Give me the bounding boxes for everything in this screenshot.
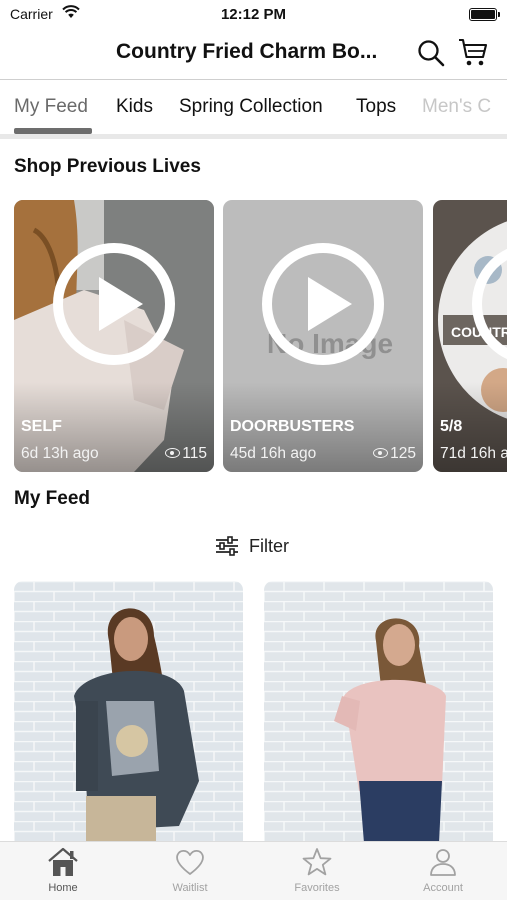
eye-icon xyxy=(165,448,181,458)
status-time: 12:12 PM xyxy=(220,6,287,23)
nav-home-label: Home xyxy=(48,882,78,894)
my-feed-heading: My Feed xyxy=(14,488,91,509)
tab-my-feed[interactable]: My Feed xyxy=(14,96,88,118)
tab-spring-collection[interactable]: Spring Collection xyxy=(179,96,323,118)
search-icon[interactable] xyxy=(417,39,445,67)
product-image xyxy=(264,581,493,843)
status-bar: Carrier 12:12 PM xyxy=(0,0,507,28)
nav-favorites-label: Favorites xyxy=(294,882,340,894)
nav-favorites[interactable]: Favorites xyxy=(272,847,362,894)
star-icon xyxy=(302,848,332,876)
views-count: 125 xyxy=(390,445,416,462)
page-title: Country Fried Charm Bo... xyxy=(116,40,378,63)
filter-button[interactable]: Filter xyxy=(215,534,289,558)
live-ago: 6d 13h ago xyxy=(21,445,99,462)
live-card-self[interactable]: SELF 6d 13h ago 115 xyxy=(14,200,214,472)
nav-home[interactable]: Home xyxy=(18,847,108,894)
tab-mens[interactable]: Men's C xyxy=(422,96,491,118)
live-name: DOORBUSTERS xyxy=(230,418,355,435)
product-image xyxy=(14,581,243,843)
cart-icon[interactable] xyxy=(458,37,488,67)
nav-bar: Country Fried Charm Bo... xyxy=(0,28,507,80)
play-icon xyxy=(262,243,384,365)
live-card-doorbusters[interactable]: No Image DOORBUSTERS 45d 16h ago 125 xyxy=(223,200,423,472)
feed-item[interactable] xyxy=(14,581,243,843)
live-name: 5/8 xyxy=(440,418,463,435)
previous-lives-carousel: SELF 6d 13h ago 115 No Image DOORBUSTERS… xyxy=(14,200,507,472)
live-ago: 71d 16h ago xyxy=(440,445,507,462)
eye-icon xyxy=(373,448,389,458)
live-card-5-8[interactable]: COUNTRY 5/8 71d 16h ago xyxy=(433,200,507,472)
category-tabs: My Feed Kids Spring Collection Tops Men'… xyxy=(0,81,507,139)
live-ago: 45d 16h ago xyxy=(230,445,317,462)
play-icon xyxy=(53,243,175,365)
nav-account[interactable]: Account xyxy=(398,847,488,894)
live-views: 115 xyxy=(165,445,207,463)
sliders-icon xyxy=(216,536,238,556)
tab-kids[interactable]: Kids xyxy=(116,96,153,118)
views-count: 115 xyxy=(182,445,207,462)
nav-waitlist[interactable]: Waitlist xyxy=(145,847,235,894)
battery-icon xyxy=(469,8,497,21)
previous-lives-heading: Shop Previous Lives xyxy=(14,156,201,177)
filter-label: Filter xyxy=(249,535,289,556)
feed-item[interactable] xyxy=(264,581,493,843)
live-views: 125 xyxy=(373,445,416,463)
battery-tip xyxy=(498,12,500,17)
home-icon xyxy=(48,847,78,876)
heart-icon xyxy=(176,849,204,875)
tab-indicator xyxy=(14,128,92,134)
nav-waitlist-label: Waitlist xyxy=(172,882,208,894)
live-name: SELF xyxy=(21,418,62,435)
bottom-tab-bar: Home Waitlist Favorites Account xyxy=(0,841,507,900)
nav-account-label: Account xyxy=(423,882,463,894)
person-icon xyxy=(430,849,456,876)
tab-tops[interactable]: Tops xyxy=(356,96,396,118)
